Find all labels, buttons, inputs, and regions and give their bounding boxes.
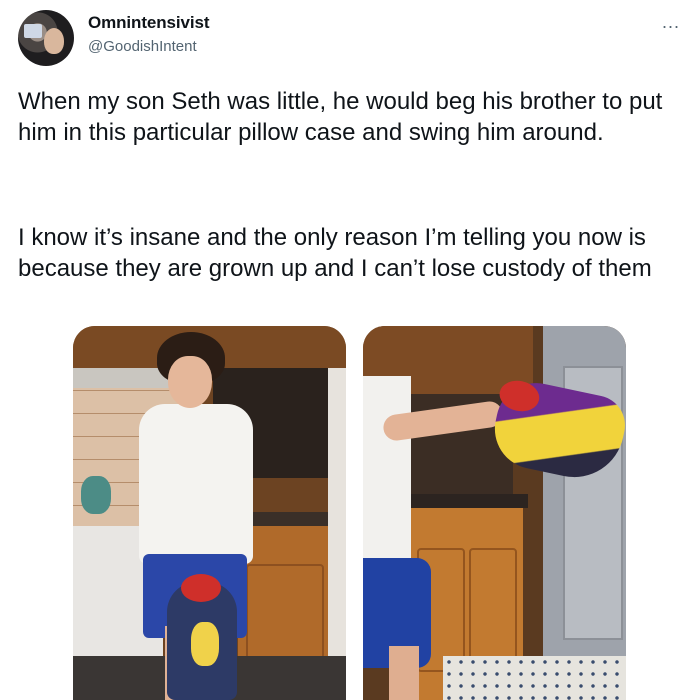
author-handle[interactable]: @GoodishIntent bbox=[88, 38, 197, 55]
cabinet-door bbox=[469, 548, 517, 672]
countertop bbox=[403, 494, 528, 508]
patterned-floor bbox=[443, 656, 626, 700]
pillow-case-character bbox=[191, 622, 219, 666]
boy-face bbox=[168, 356, 212, 408]
tweet-photo-2[interactable] bbox=[363, 326, 626, 700]
tweet-text-paragraph-1: When my son Seth was little, he would be… bbox=[18, 88, 663, 146]
tweet-photo-1[interactable] bbox=[73, 326, 346, 700]
boy-shirt bbox=[139, 404, 253, 564]
avatar-face-detail bbox=[44, 28, 64, 54]
avatar[interactable] bbox=[18, 10, 74, 66]
pillow-case bbox=[167, 574, 237, 700]
pillow-case-character-cap bbox=[181, 574, 221, 602]
brother-shirt bbox=[363, 376, 411, 576]
vase bbox=[81, 476, 111, 514]
avatar-screen-detail bbox=[24, 24, 42, 38]
brother-leg bbox=[389, 646, 419, 700]
tweet-text-paragraph-2: I know it’s insane and the only reason I… bbox=[18, 224, 652, 282]
author-display-name[interactable]: Omnintensivist bbox=[88, 13, 210, 33]
more-options-icon[interactable]: ... bbox=[662, 12, 680, 33]
wall bbox=[328, 368, 346, 700]
